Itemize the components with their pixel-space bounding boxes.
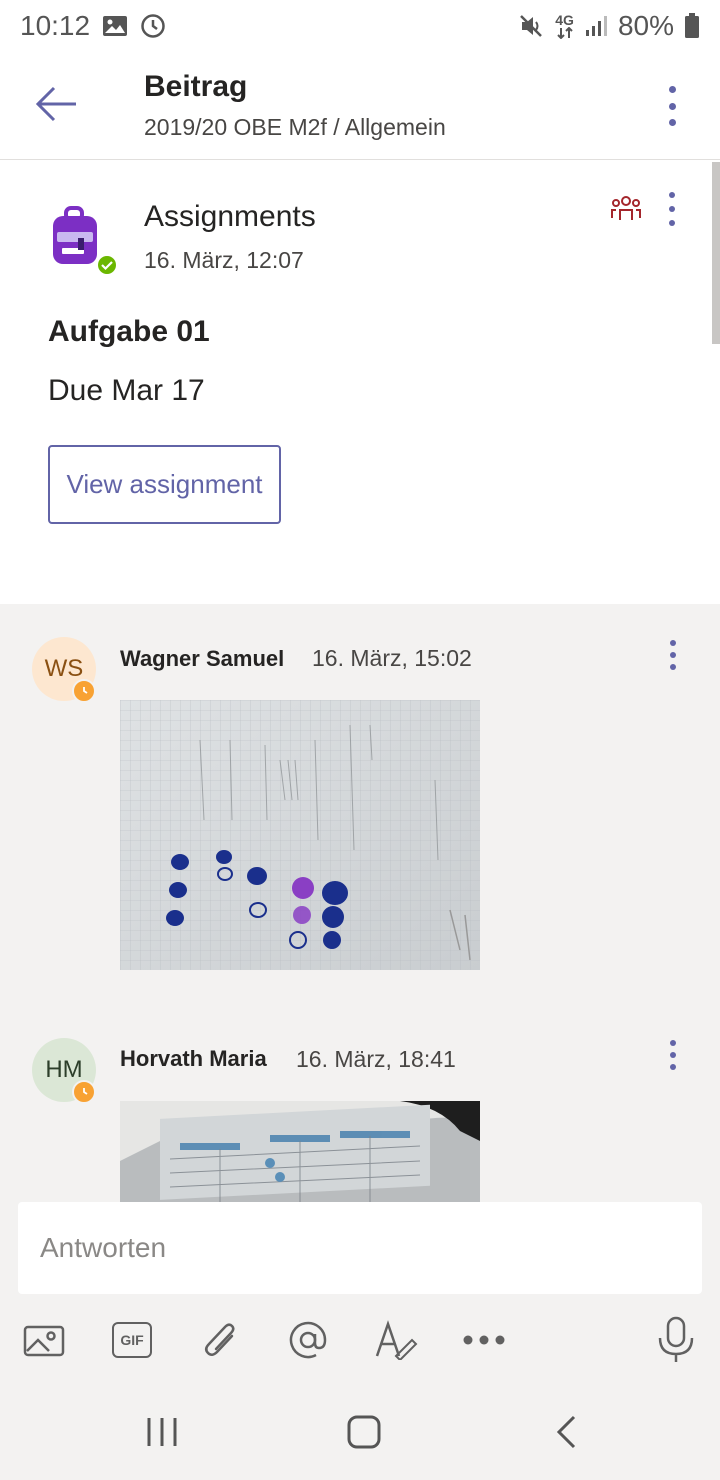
replies-list[interactable]: WS Wagner Samuel 16. März, 15:02 HM Horv…	[0, 604, 720, 1202]
more-options-button[interactable]	[460, 1312, 508, 1368]
reply-author: Horvath Maria	[120, 1046, 267, 1071]
system-navigation-bar	[0, 1380, 720, 1480]
gif-label: GIF	[120, 1332, 144, 1348]
team-members-icon[interactable]	[610, 192, 642, 224]
assignment-post: Assignments 16. März, 12:07 Aufgabe 01 D…	[0, 162, 712, 604]
attached-photo-textbook[interactable]	[120, 1101, 480, 1202]
assignments-app-icon	[48, 206, 118, 276]
compose-toolbar: GIF	[0, 1312, 720, 1368]
more-dot-icon	[670, 640, 676, 646]
attached-photo-worksheet[interactable]	[120, 700, 480, 970]
chevron-left-icon	[556, 1415, 576, 1449]
away-status-icon	[72, 679, 96, 703]
recent-apps-button[interactable]	[132, 1410, 192, 1454]
online-status-icon	[96, 254, 118, 276]
more-dot-icon	[668, 119, 676, 126]
gallery-notification-icon	[102, 15, 128, 37]
more-dot-icon	[668, 86, 676, 93]
assignment-due-date: Due Mar 17	[48, 374, 205, 407]
home-button[interactable]	[334, 1410, 394, 1454]
post-author: Assignments	[144, 200, 316, 233]
format-text-icon	[375, 1320, 418, 1360]
ellipsis-icon	[463, 1335, 505, 1345]
reply-input[interactable]: Antworten	[18, 1202, 702, 1294]
reply-author: Wagner Samuel	[120, 646, 285, 671]
system-back-button[interactable]	[536, 1410, 596, 1454]
reply-item: WS Wagner Samuel 16. März, 15:02	[0, 604, 720, 1004]
view-assignment-button[interactable]: View assignment	[48, 445, 281, 524]
status-bar: 10:12 4G 80%	[0, 0, 720, 52]
compose-area: Antworten GIF	[0, 1202, 720, 1380]
network-type-label: 4G	[555, 12, 574, 28]
more-dot-icon	[668, 102, 676, 110]
mention-button[interactable]	[284, 1312, 332, 1368]
more-dot-icon	[670, 652, 676, 658]
alarm-clock-icon	[140, 13, 166, 39]
reply-timestamp: 16. März, 18:41	[296, 1046, 456, 1072]
microphone-icon	[658, 1316, 694, 1362]
more-dot-icon	[669, 206, 675, 212]
image-button[interactable]	[20, 1312, 68, 1368]
recent-apps-icon	[147, 1418, 177, 1446]
away-status-icon	[72, 1080, 96, 1104]
back-button[interactable]	[24, 76, 88, 132]
paperclip-icon	[205, 1323, 235, 1356]
reply-item: HM Horvath Maria 16. März, 18:41	[0, 1004, 720, 1202]
reply-more-options-button[interactable]	[668, 1040, 678, 1070]
page-title: Beitrag	[144, 70, 248, 103]
signal-strength-icon	[584, 14, 608, 38]
more-dot-icon	[669, 192, 675, 198]
microphone-button[interactable]	[652, 1312, 700, 1368]
header-more-options-button[interactable]	[660, 82, 684, 130]
format-button[interactable]	[372, 1312, 420, 1368]
mute-icon	[517, 12, 545, 40]
reply-more-options-button[interactable]	[668, 640, 678, 670]
more-dot-icon	[670, 664, 676, 670]
page-subtitle: 2019/20 OBE M2f / Allgemein	[144, 114, 446, 140]
reply-timestamp: 16. März, 15:02	[312, 645, 472, 671]
more-dot-icon	[670, 1052, 676, 1058]
scrollbar[interactable]	[712, 162, 720, 344]
more-dot-icon	[670, 1040, 676, 1046]
at-mention-icon	[289, 1321, 327, 1359]
header: Beitrag 2019/20 OBE M2f / Allgemein	[0, 52, 720, 160]
status-time: 10:12	[20, 10, 91, 41]
more-dot-icon	[670, 1064, 676, 1070]
back-arrow-icon	[35, 86, 76, 122]
post-more-options-button[interactable]	[660, 192, 684, 226]
gif-button[interactable]: GIF	[108, 1312, 156, 1368]
assignment-title: Aufgabe 01	[48, 315, 210, 348]
attach-button[interactable]	[196, 1312, 244, 1368]
post-timestamp: 16. März, 12:07	[144, 247, 304, 273]
battery-icon	[684, 13, 700, 39]
network-4g-icon: 4G	[555, 13, 574, 39]
battery-percent: 80%	[617, 10, 674, 41]
more-dot-icon	[669, 220, 675, 226]
image-icon	[23, 1325, 65, 1357]
home-icon	[347, 1415, 381, 1449]
gif-icon: GIF	[112, 1322, 152, 1358]
